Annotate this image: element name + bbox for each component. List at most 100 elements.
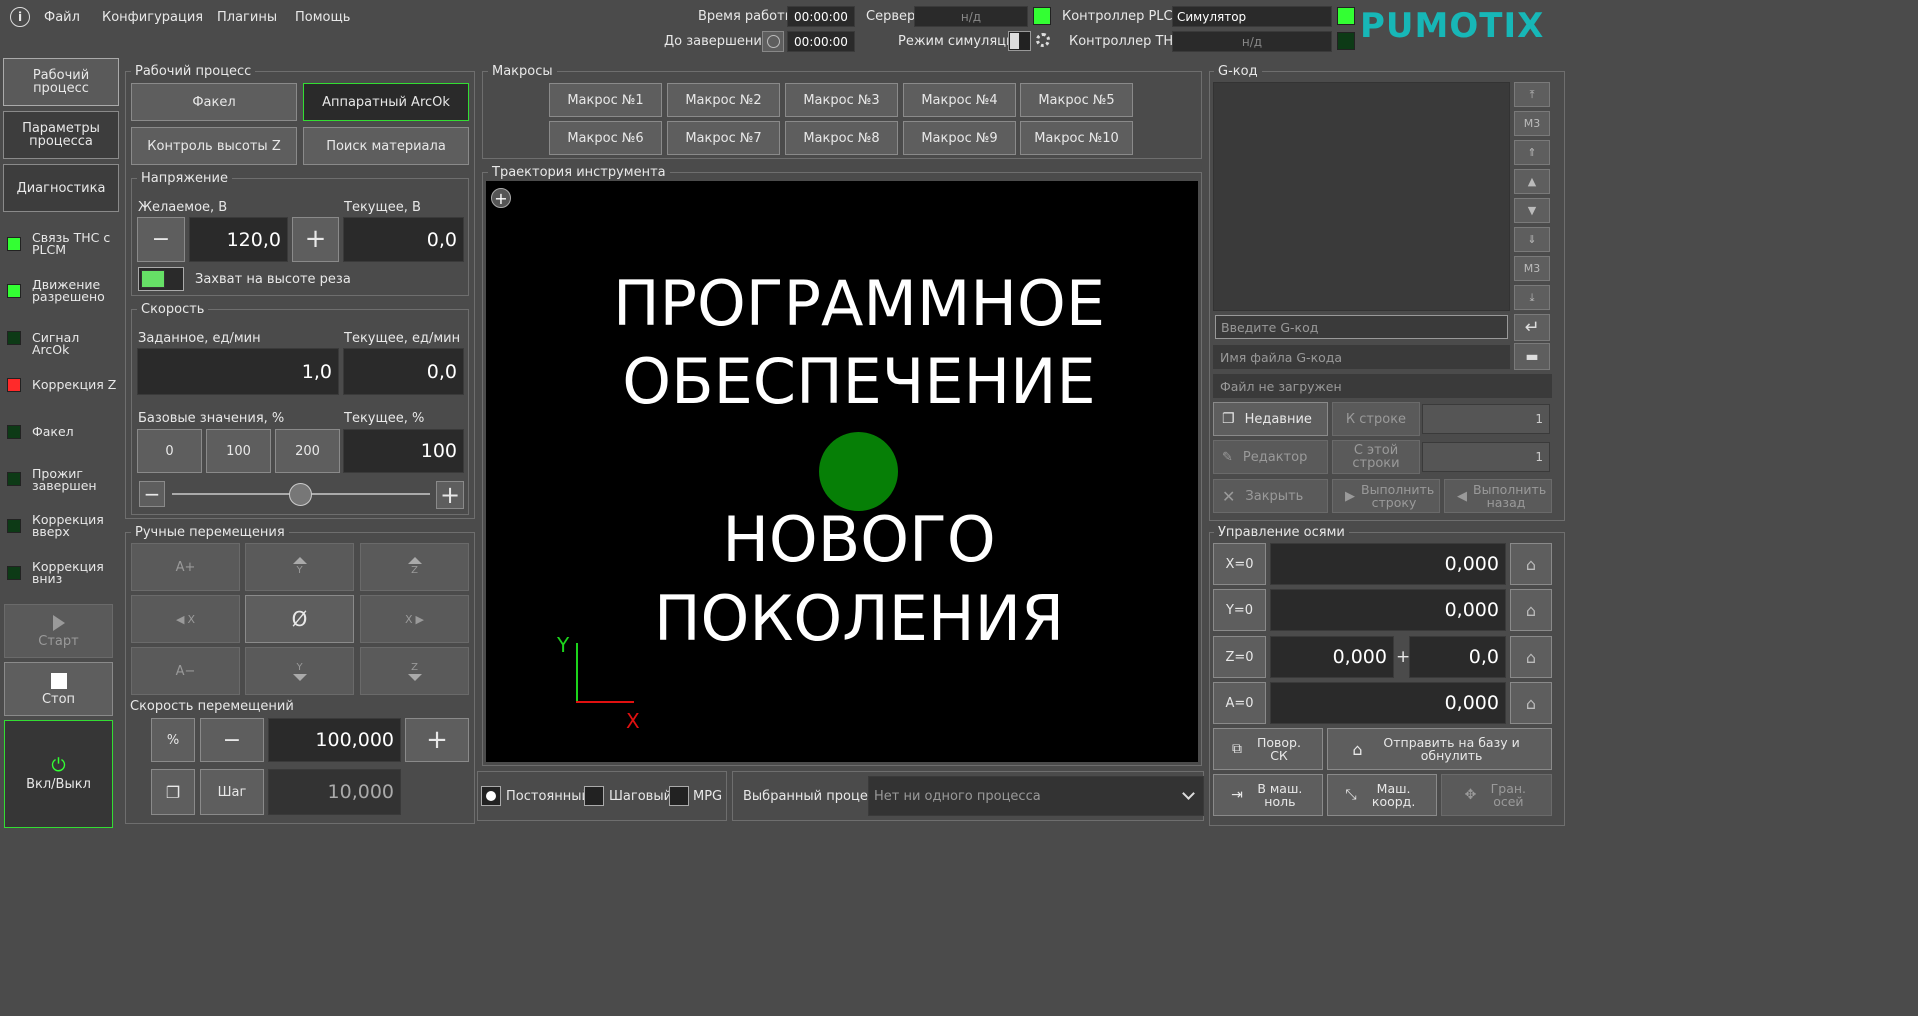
base-100-button[interactable]: 100 — [206, 429, 271, 473]
jog-z-plus[interactable]: Z — [360, 543, 469, 591]
zoom-plus-icon[interactable]: + — [491, 188, 511, 208]
jog-a-plus[interactable]: A+ — [131, 543, 240, 591]
indicator-motion-led — [7, 284, 21, 298]
y-home-icon[interactable]: ⌂ — [1510, 589, 1552, 631]
selected-process-select[interactable]: Нет ни одного процесса — [868, 776, 1204, 816]
from-line-field[interactable]: 1 — [1422, 442, 1550, 472]
macro-10-button[interactable]: Макрос №10 — [1020, 121, 1133, 155]
step-button[interactable]: Шаг — [200, 769, 264, 815]
set-speed-value[interactable]: 1,0 — [137, 348, 339, 395]
scroll-bottom-icon[interactable]: ⤓ — [1514, 285, 1550, 310]
voltage-title: Напряжение — [137, 171, 232, 186]
editor-button[interactable]: ✎ Редактор — [1213, 440, 1328, 474]
desired-voltage-value[interactable]: 120,0 — [189, 217, 288, 262]
line-down-icon[interactable]: ▼ — [1514, 198, 1550, 223]
x-zero-button[interactable]: X=0 — [1213, 543, 1266, 585]
page-up-icon[interactable]: ⇑ — [1514, 140, 1550, 165]
jog-pct-button[interactable]: % — [151, 718, 195, 762]
power-button[interactable]: ⏻ Вкл/Выкл — [4, 720, 113, 828]
step-value[interactable]: 10,000 — [268, 769, 401, 815]
jog-x-plus[interactable]: X ▶ — [360, 595, 469, 643]
jog-a-minus[interactable]: A− — [131, 647, 240, 695]
arcok-button[interactable]: Аппаратный ArcOk — [303, 83, 469, 121]
machine-zero-button[interactable]: ⇥ В маш. ноль — [1213, 774, 1323, 816]
remain-time-value: 00:00:00 — [787, 31, 855, 52]
copy-icon[interactable]: ❐ — [151, 769, 195, 815]
z-zero-button[interactable]: Z=0 — [1213, 636, 1266, 678]
jog-speed-plus[interactable]: + — [405, 718, 469, 762]
macro-8-button[interactable]: Макрос №8 — [785, 121, 898, 155]
tab-workflow[interactable]: Рабочий процесс — [3, 58, 119, 106]
base-0-button[interactable]: 0 — [137, 429, 202, 473]
run-line-button[interactable]: ▶ Выполнить строку — [1332, 479, 1440, 513]
splash-line-3: НОВОГО — [722, 503, 996, 576]
macro-1-button[interactable]: Макрос №1 — [549, 83, 662, 117]
menu-plugins[interactable]: Плагины — [217, 10, 277, 25]
info-icon[interactable]: i — [10, 7, 30, 27]
jog-z-minus[interactable]: Z — [360, 647, 469, 695]
close-button[interactable]: ✕ Закрыть — [1213, 479, 1328, 513]
menu-config[interactable]: Конфигурация — [102, 10, 203, 25]
page-down-icon[interactable]: ⇓ — [1514, 227, 1550, 252]
axis-limits-button[interactable]: ✥ Гран. осей — [1441, 774, 1552, 816]
sim-toggle[interactable] — [1008, 31, 1031, 51]
macro-6-button[interactable]: Макрос №6 — [549, 121, 662, 155]
start-button[interactable]: Старт — [4, 604, 113, 658]
a-home-icon[interactable]: ⌂ — [1510, 682, 1552, 724]
rotate-cs-button[interactable]: ⧉ Повор. СК — [1213, 728, 1323, 770]
speed-slider-thumb[interactable] — [289, 483, 312, 506]
step-radio[interactable] — [584, 786, 604, 806]
machine-coords-button[interactable]: ⤡ Маш. коорд. — [1327, 774, 1437, 816]
jog-y-minus-label: Y — [296, 662, 303, 673]
macro-2-button[interactable]: Макрос №2 — [667, 83, 780, 117]
jog-y-plus[interactable]: Y — [245, 543, 354, 591]
jog-x-minus[interactable]: ◀ X — [131, 595, 240, 643]
continuous-radio[interactable] — [481, 786, 501, 806]
stop-button[interactable]: Стоп — [4, 662, 113, 716]
run-back-button[interactable]: ◀ Выполнить назад — [1444, 479, 1552, 513]
macro-5-button[interactable]: Макрос №5 — [1020, 83, 1133, 117]
speed-slider-plus[interactable]: + — [436, 481, 464, 509]
x-home-icon[interactable]: ⌂ — [1510, 543, 1552, 585]
a-zero-button[interactable]: A=0 — [1213, 682, 1266, 724]
jog-zero-button[interactable]: Ø — [245, 595, 354, 643]
menu-file[interactable]: Файл — [44, 10, 80, 25]
material-search-button[interactable]: Поиск материала — [303, 127, 469, 165]
menu-help[interactable]: Помощь — [295, 10, 350, 25]
jog-speed-value[interactable]: 100,000 — [268, 718, 401, 762]
send-home-button[interactable]: ⌂ Отправить на базу и обнулить — [1327, 728, 1552, 770]
gcode-input[interactable]: Введите G-код — [1215, 315, 1508, 339]
jog-y-minus[interactable]: Y — [245, 647, 354, 695]
enter-icon[interactable]: ↵ — [1514, 314, 1550, 341]
tab-diagnostics[interactable]: Диагностика — [3, 164, 119, 212]
y-zero-button[interactable]: Y=0 — [1213, 589, 1266, 631]
torch-button[interactable]: Факел — [131, 83, 297, 121]
voltage-plus-button[interactable]: + — [292, 217, 339, 262]
speed-slider-minus[interactable]: − — [139, 481, 165, 507]
from-line-button[interactable]: С этой строки — [1332, 440, 1420, 474]
folder-icon[interactable]: ▬ — [1514, 343, 1550, 370]
scroll-top-icon[interactable]: ⤒ — [1514, 82, 1550, 107]
gear-icon[interactable] — [1036, 33, 1050, 47]
macro-9-button[interactable]: Макрос №9 — [903, 121, 1016, 155]
capture-toggle[interactable] — [138, 267, 184, 291]
gcode-listing[interactable] — [1213, 82, 1510, 311]
jog-speed-minus[interactable]: − — [200, 718, 264, 762]
base-200-button[interactable]: 200 — [275, 429, 340, 473]
z-control-button[interactable]: Контроль высоты Z — [131, 127, 297, 165]
tab-process-params[interactable]: Параметры процесса — [3, 111, 119, 159]
line-up-icon[interactable]: ▲ — [1514, 169, 1550, 194]
z-home-icon[interactable]: ⌂ — [1510, 636, 1552, 678]
voltage-minus-button[interactable]: − — [137, 217, 185, 262]
prev-m3-icon[interactable]: M3 — [1514, 111, 1550, 136]
recent-button[interactable]: ❐ Недавние — [1213, 402, 1328, 436]
macro-4-button[interactable]: Макрос №4 — [903, 83, 1016, 117]
mpg-radio[interactable] — [669, 786, 689, 806]
next-m3-icon[interactable]: M3 — [1514, 256, 1550, 281]
macro-3-button[interactable]: Макрос №3 — [785, 83, 898, 117]
to-line-button[interactable]: К строке — [1332, 402, 1420, 436]
to-line-field[interactable]: 1 — [1422, 404, 1550, 434]
macro-7-button[interactable]: Макрос №7 — [667, 121, 780, 155]
indicator-zcorr: Коррекция Z — [32, 377, 117, 392]
toolpath-canvas[interactable]: + ПРОГРАММНОЕ ОБЕСПЕЧЕНИЕ НОВОГО ПОКОЛЕН… — [486, 181, 1198, 762]
